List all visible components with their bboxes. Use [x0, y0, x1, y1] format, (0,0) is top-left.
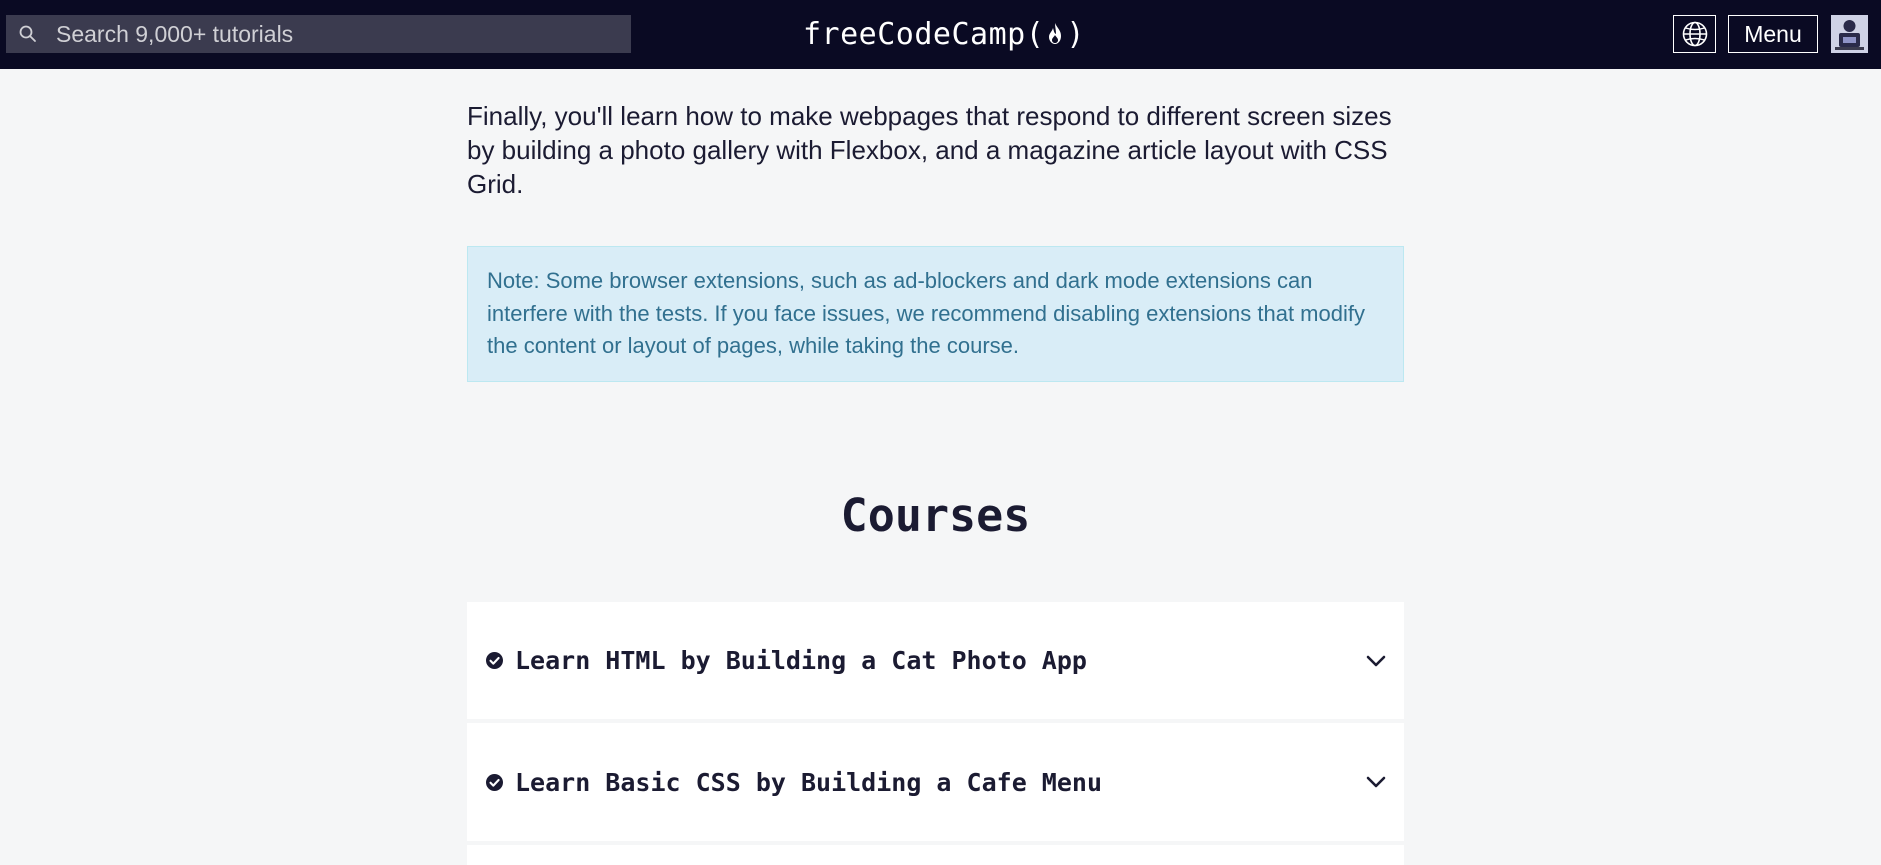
note-alert: Note: Some browser extensions, such as a… — [467, 246, 1404, 382]
check-circle-icon — [486, 652, 503, 669]
top-nav: freeCodeCamp( ) Menu — [0, 0, 1881, 69]
search-icon — [19, 25, 36, 42]
logo-text-end: ) — [1066, 16, 1085, 52]
course-item-partial[interactable] — [467, 845, 1404, 865]
course-item[interactable]: Learn HTML by Building a Cat Photo App — [467, 602, 1404, 719]
avatar-image — [1831, 15, 1868, 53]
chevron-down-icon[interactable] — [1366, 654, 1386, 668]
menu-button[interactable]: Menu — [1728, 15, 1818, 53]
check-circle-icon — [486, 773, 503, 791]
search-input[interactable] — [54, 19, 614, 49]
flame-icon — [1049, 23, 1062, 44]
logo-text: freeCodeCamp( — [803, 16, 1045, 52]
site-logo[interactable]: freeCodeCamp( ) — [803, 14, 1085, 54]
globe-icon — [1682, 21, 1707, 47]
chevron-down-icon[interactable] — [1366, 775, 1386, 789]
courses-heading: Courses — [840, 489, 1031, 542]
avatar[interactable] — [1831, 15, 1868, 53]
course-title: Learn Basic CSS by Building a Cafe Menu — [515, 767, 1102, 797]
search-bar[interactable] — [6, 15, 631, 53]
course-item[interactable]: Learn Basic CSS by Building a Cafe Menu — [467, 723, 1404, 841]
language-button[interactable] — [1673, 15, 1716, 53]
course-title: Learn HTML by Building a Cat Photo App — [515, 646, 1087, 675]
intro-paragraph: Finally, you'll learn how to make webpag… — [467, 101, 1392, 199]
